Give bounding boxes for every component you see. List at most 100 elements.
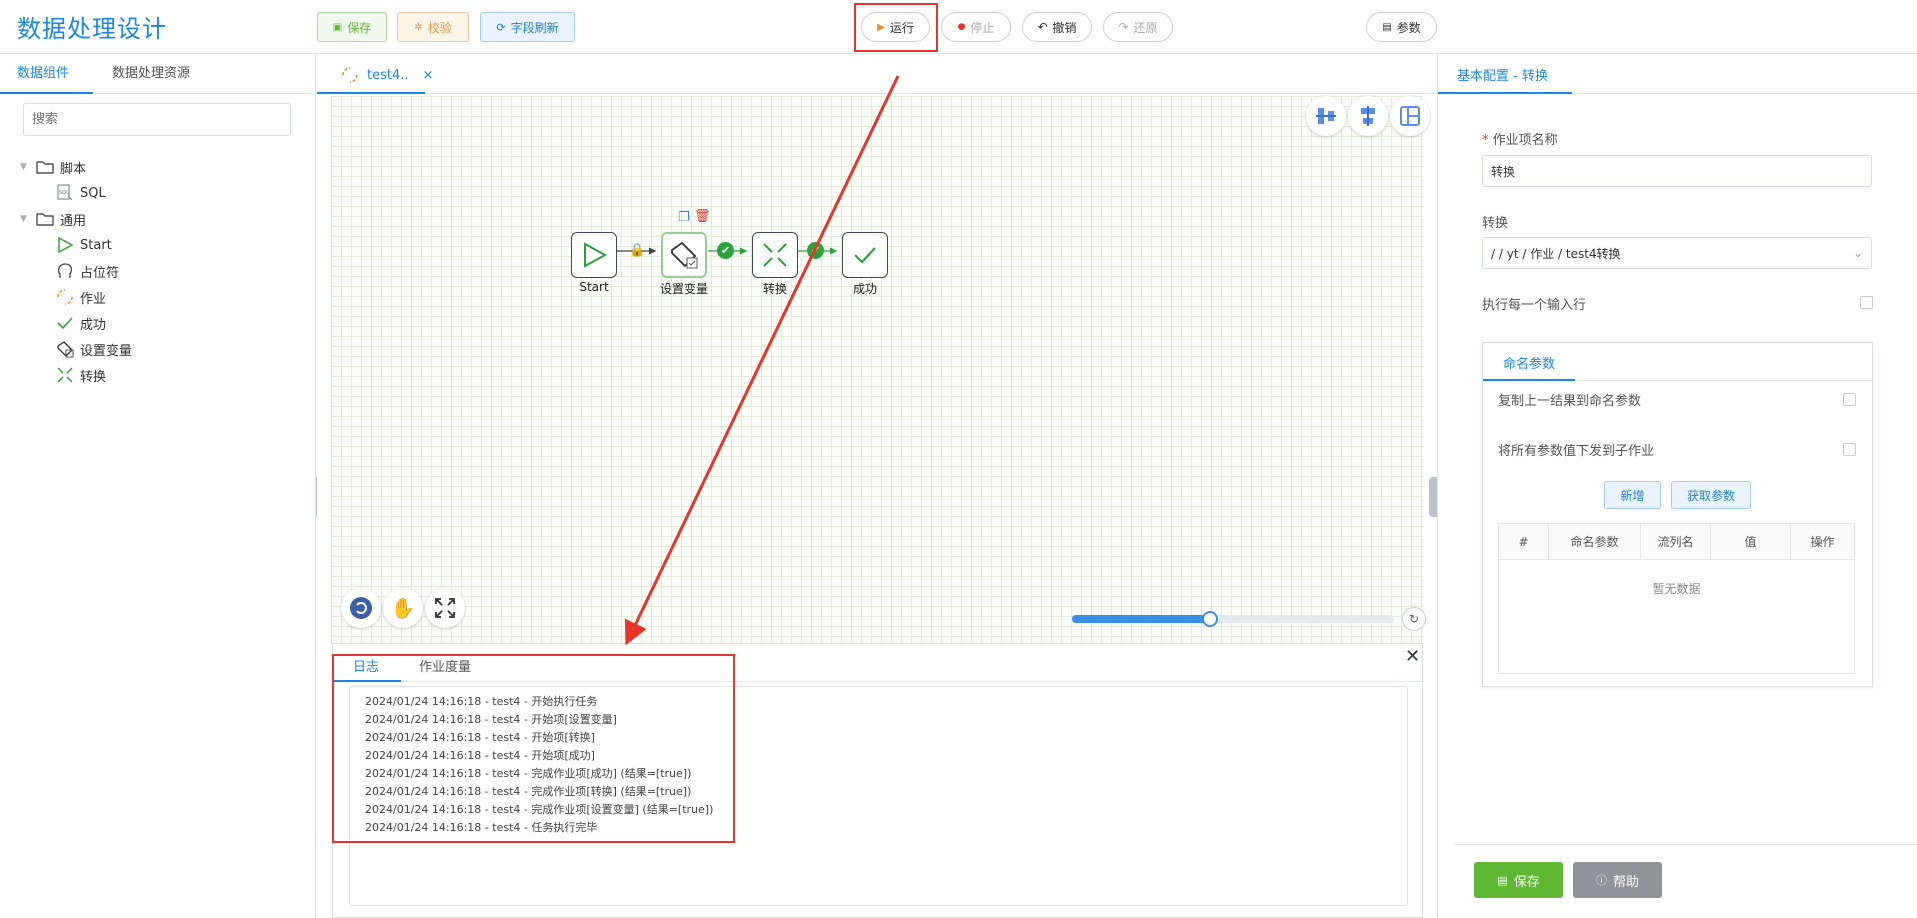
col-param-name: 命名参数 [1549,524,1641,560]
top-toolbar: 数据处理设计 ▣ 保存 ✲ 校验 ⟳ 字段刷新 ▶ 运行 ● 停止 ↶ 撤销 ↷ 还原 ▤ 参数 [0,0,1917,54]
pass-all-checkbox[interactable] [1843,443,1856,456]
each-row-checkbox[interactable] [1860,296,1873,309]
editor-tabbar: test4.. × [317,54,1437,94]
sql-icon: SQL [57,184,73,201]
run-highlight-box [854,3,938,52]
copy-prev-checkbox[interactable] [1843,393,1856,406]
refresh-icon: ⟳ [496,20,506,34]
fullscreen-button[interactable] [425,588,465,628]
transform-select[interactable]: / / yt / 作业 / test4转换 ⌄ [1482,237,1872,269]
editor-area: test4.. × 🔒 ✔ ✔ Start 设置变量 ❐ 🗑 转换 成功 ✋ ↻… [317,54,1437,918]
node-start[interactable] [571,232,617,278]
params-tab-underline [1483,379,1575,381]
stop-button[interactable]: ● 停止 [941,12,1011,42]
left-panel: 数据组件 数据处理资源 ▼ 脚本 SQL SQL ▼ 通用 Start 占位符 … [0,54,324,918]
job-icon [57,289,73,305]
params-table: # 命名参数 流列名 值 操作 暂无数据 [1498,523,1855,674]
check-icon [854,247,876,264]
right-tab-underline [1438,92,1572,94]
component-search-input[interactable] [23,103,291,136]
folder-icon [36,213,54,226]
redo-icon: ↷ [1118,20,1129,34]
save-icon: ▣ [332,21,343,33]
play-outline-icon [584,242,608,268]
tag-icon [671,241,698,269]
table-empty-text: 暂无数据 [1652,582,1701,596]
info-icon: ⓘ [1595,874,1607,887]
copy-node-icon[interactable]: ❐ [678,210,690,225]
tree-item-placeholder[interactable]: 占位符 [56,259,119,283]
tab-named-params[interactable]: 命名参数 [1503,353,1555,372]
pass-all-label: 将所有参数值下发到子作业 [1498,444,1655,459]
tree-item-start[interactable]: Start [56,233,112,257]
reset-icon [350,597,372,619]
success-check-icon: ✔ [717,242,734,259]
tree-item-job[interactable]: 作业 [56,285,106,309]
zoom-reset-icon[interactable]: ↻ [1402,607,1426,631]
transform-icon [763,243,787,267]
tree-folder-script[interactable]: ▼ 脚本 [20,155,86,179]
caret-down-icon: ▼ [20,214,27,224]
editor-tab-underline [317,92,425,94]
named-params-card: 命名参数 复制上一结果到命名参数 将所有参数值下发到子作业 新增 获取参数 # … [1482,342,1873,687]
bug-icon: ✲ [414,21,423,33]
tab-data-resources[interactable]: 数据处理资源 [112,54,190,93]
node-set-variable[interactable] [661,232,707,278]
lock-icon: 🔒 [629,243,646,258]
workflow-connectors [617,247,838,255]
job-name-input[interactable]: 转换 [1482,155,1872,187]
save-button[interactable]: ▣ 保存 [317,12,387,42]
tree-item-transform[interactable]: 转换 [56,363,106,387]
tab-basic-config[interactable]: 基本配置 - 转换 [1457,65,1548,84]
workflow-canvas[interactable]: 🔒 ✔ ✔ Start 设置变量 ❐ 🗑 转换 成功 ✋ ↻ [331,96,1430,644]
tab-data-components[interactable]: 数据组件 [17,54,69,93]
pan-tool-button[interactable]: ✋ [383,588,423,628]
validate-button[interactable]: ✲ 校验 [397,12,469,42]
active-tab-underline [0,92,93,94]
add-param-button[interactable]: 新增 [1604,481,1661,509]
reset-view-button[interactable] [341,588,381,628]
node-set-variable-label: 设置变量 [659,282,708,296]
save-icon: ▤ [1497,873,1508,887]
stop-icon: ● [957,22,966,32]
copy-prev-label: 复制上一结果到命名参数 [1498,394,1642,409]
hand-icon: ✋ [390,596,416,620]
node-transform[interactable] [752,232,798,278]
node-transform-label: 转换 [762,282,787,296]
play-outline-icon [58,236,74,254]
close-log-icon[interactable]: ✕ [1405,646,1420,667]
svg-text:SQL: SQL [59,190,69,196]
params-table-header: # 命名参数 流列名 值 操作 [1499,524,1854,560]
params-button[interactable]: ▤ 参数 [1366,12,1437,42]
zoom-slider-fill [1072,615,1211,623]
folder-icon [36,161,54,174]
zoom-slider[interactable] [1072,611,1394,627]
refresh-fields-button[interactable]: ⟳ 字段刷新 [480,12,575,42]
job-icon [342,67,358,83]
get-params-button[interactable]: 获取参数 [1671,481,1751,509]
footer-divider [1454,844,1917,845]
redo-button[interactable]: ↷ 还原 [1103,12,1173,42]
collapse-right-handle[interactable] [1429,477,1437,517]
help-button[interactable]: ⓘ 帮助 [1573,862,1662,898]
right-panel: 基本配置 - 转换 * 作业项名称 转换 转换 / / yt / 作业 / te… [1429,54,1917,918]
tree-item-set-variable[interactable]: 设置变量 [56,337,132,361]
editor-tab-test4[interactable]: test4.. × [341,66,433,84]
check-icon [57,317,73,330]
tree-folder-general[interactable]: ▼ 通用 [20,207,86,231]
delete-node-icon[interactable]: 🗑 [694,209,711,224]
col-index: # [1499,524,1549,560]
log-highlight-box [332,654,735,843]
node-start-label: Start [579,280,609,294]
col-actions: 操作 [1810,535,1835,549]
success-check-icon: ✔ [807,242,824,259]
transform-label: 转换 [1482,216,1509,231]
close-tab-icon[interactable]: × [423,68,434,83]
tree-item-sql[interactable]: SQL SQL [56,181,106,205]
undo-button[interactable]: ↶ 撤销 [1022,12,1092,42]
node-success[interactable] [842,232,888,278]
undo-icon: ↶ [1037,20,1048,34]
config-save-button[interactable]: ▤ 保存 [1474,862,1563,898]
node-success-label: 成功 [852,282,877,296]
tree-item-success[interactable]: 成功 [56,311,106,335]
